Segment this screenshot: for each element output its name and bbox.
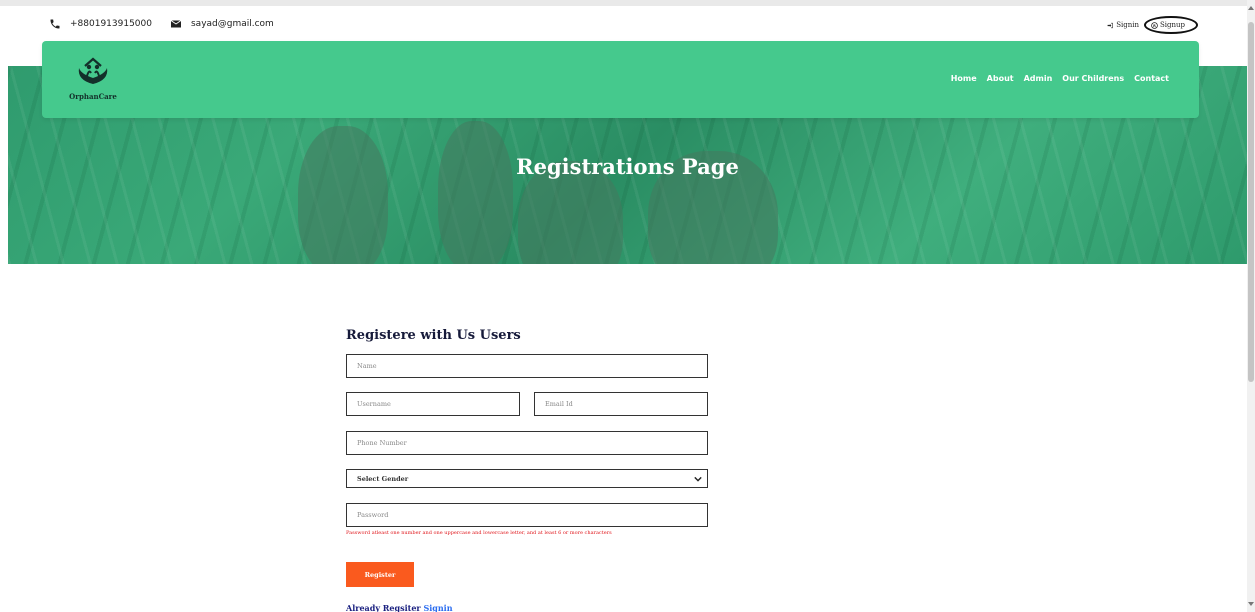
auth-links: Signin R Signup bbox=[1107, 16, 1198, 34]
registration-form: Registere with Us Users Select Gender Pa… bbox=[346, 328, 708, 612]
gender-selected-value: Select Gender bbox=[357, 474, 409, 483]
orphancare-logo bbox=[78, 57, 108, 84]
page-scrollbar[interactable] bbox=[1247, 0, 1255, 612]
form-heading: Registere with Us Users bbox=[346, 328, 521, 343]
nav-admin[interactable]: Admin bbox=[1024, 74, 1053, 83]
top-bar: +8801913915000 sayad@gmail.com Signin R … bbox=[0, 0, 1247, 40]
signin-link[interactable]: Signin bbox=[1107, 21, 1139, 29]
phone-number: +8801913915000 bbox=[70, 19, 152, 29]
password-field[interactable] bbox=[346, 503, 708, 527]
scroll-thumb[interactable] bbox=[1248, 22, 1254, 382]
register-button[interactable]: Register bbox=[346, 562, 414, 587]
contact-info: +8801913915000 sayad@gmail.com bbox=[49, 18, 292, 30]
phone-input[interactable] bbox=[357, 439, 707, 447]
nav-menu: Home About Admin Our Childrens Contact bbox=[941, 74, 1169, 83]
child-figure bbox=[438, 121, 513, 264]
chevron-down-icon bbox=[694, 476, 702, 482]
nav-contact[interactable]: Contact bbox=[1134, 74, 1169, 83]
email-address: sayad@gmail.com bbox=[190, 19, 274, 29]
nav-about[interactable]: About bbox=[987, 74, 1014, 83]
svg-text:R: R bbox=[1153, 23, 1156, 27]
signin-form-link[interactable]: Signin bbox=[423, 603, 452, 612]
gender-select[interactable]: Select Gender bbox=[346, 469, 708, 488]
name-input[interactable] bbox=[357, 362, 707, 370]
envelope-icon bbox=[170, 20, 182, 28]
phone-contact: +8801913915000 bbox=[49, 18, 152, 30]
brand-name: OrphanCare bbox=[69, 92, 117, 101]
username-input[interactable] bbox=[357, 400, 519, 408]
email-field[interactable] bbox=[534, 392, 708, 416]
main-navbar: OrphanCare Home About Admin Our Children… bbox=[42, 41, 1199, 118]
sign-in-icon bbox=[1107, 22, 1114, 28]
nav-our-childrens[interactable]: Our Childrens bbox=[1062, 74, 1124, 83]
name-field[interactable] bbox=[346, 354, 708, 378]
register-icon: R bbox=[1151, 21, 1158, 29]
password-hint: Password atleast one number and one uppe… bbox=[346, 530, 612, 536]
already-registered-text: Already Regsiter Signin bbox=[346, 603, 453, 612]
already-label: Already Regsiter bbox=[346, 603, 421, 612]
username-field[interactable] bbox=[346, 392, 520, 416]
signin-label: Signin bbox=[1116, 21, 1139, 29]
phone-icon bbox=[50, 19, 60, 29]
scroll-up-arrow[interactable] bbox=[1248, 6, 1254, 10]
password-input[interactable] bbox=[357, 511, 707, 519]
phone-field[interactable] bbox=[346, 431, 708, 455]
signup-link[interactable]: R Signup bbox=[1143, 16, 1198, 34]
page-title: Registrations Page bbox=[516, 154, 739, 179]
nav-home[interactable]: Home bbox=[951, 74, 977, 83]
signup-label: Signup bbox=[1159, 21, 1185, 29]
child-figure bbox=[298, 126, 388, 264]
site-logo[interactable]: OrphanCare bbox=[67, 54, 119, 101]
email-input[interactable] bbox=[545, 400, 707, 408]
email-contact: sayad@gmail.com bbox=[170, 18, 274, 30]
scroll-down-arrow[interactable] bbox=[1248, 602, 1254, 606]
